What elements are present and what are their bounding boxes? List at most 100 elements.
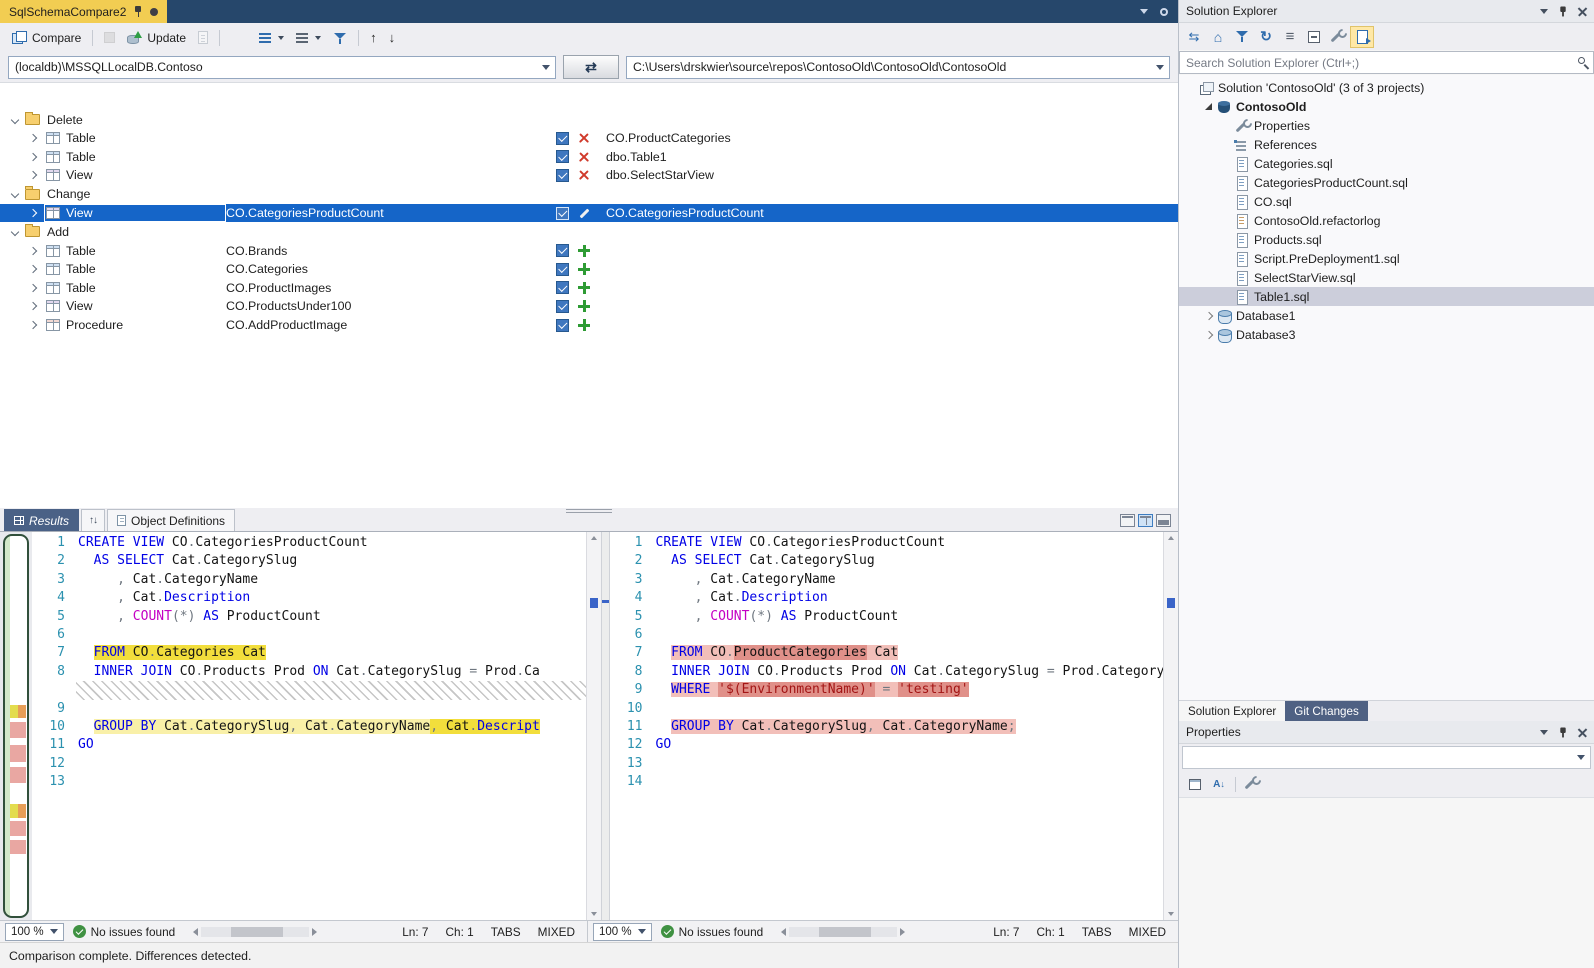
preview-selected-items-icon[interactable] [1351,27,1373,47]
pin-icon[interactable] [133,5,143,18]
row-expander-icon[interactable] [29,209,37,217]
pending-filter-icon[interactable] [1231,27,1253,47]
property-pages-icon[interactable] [1241,774,1263,794]
row-expander-icon[interactable] [29,302,37,310]
nest-objects-icon[interactable] [1279,27,1301,47]
tree-item-contosoold[interactable]: ContosoOld [1179,97,1594,116]
group-expander-icon[interactable] [11,190,19,198]
include-checkbox[interactable] [556,319,569,332]
row-expander-icon[interactable] [29,153,37,161]
tree-item-database1[interactable]: Database1 [1179,306,1594,325]
tree-item-properties[interactable]: Properties [1179,116,1594,135]
manage-filters-button[interactable] [328,28,352,47]
scroll-left-icon[interactable] [193,928,198,936]
scroll-thumb[interactable] [231,927,283,937]
window-position-chevron-icon[interactable] [1540,9,1548,14]
tree-item-script-predeployment1-sql[interactable]: Script.PreDeployment1.sql [1179,249,1594,268]
expander-icon[interactable] [1201,103,1216,110]
diff-pane-divider[interactable] [601,532,610,920]
row-expander-icon[interactable] [29,321,37,329]
include-checkbox[interactable] [556,263,569,276]
include-checkbox[interactable] [556,169,569,182]
group-row-delete[interactable]: Delete [0,110,1178,129]
generate-script-button[interactable] [193,28,213,47]
compare-row[interactable]: TableCO.ProductImages [0,279,1178,298]
search-icon[interactable] [1578,57,1585,64]
right-editor-vertical-scrollbar[interactable] [1163,532,1178,920]
tab-object-definitions[interactable]: Object Definitions [107,509,235,531]
group-row-change[interactable]: Change [0,185,1178,204]
document-tab[interactable]: SqlSchemaCompare2 [0,0,167,23]
stop-button[interactable] [99,29,120,46]
expander-icon[interactable] [1201,313,1216,319]
scroll-right-icon[interactable] [312,928,317,936]
group-expander-icon[interactable] [11,115,19,123]
row-expander-icon[interactable] [29,265,37,273]
include-checkbox[interactable] [556,244,569,257]
tree-item-contosoold-refactorlog[interactable]: ContosoOld.refactorlog [1179,211,1594,230]
tree-item-categories-sql[interactable]: Categories.sql [1179,154,1594,173]
filter-results-button[interactable] [291,30,326,46]
expander-icon[interactable] [1201,332,1216,338]
diff-overview-spine[interactable] [3,534,29,918]
auto-hide-pin-icon[interactable] [1559,726,1568,738]
home-scope-icon[interactable] [1207,27,1229,47]
options-button[interactable] [226,27,252,49]
auto-hide-pin-icon[interactable] [1559,5,1568,17]
right-horizontal-scrollbar[interactable] [781,927,905,937]
next-difference-button[interactable] [384,27,401,48]
tree-item-products-sql[interactable]: Products.sql [1179,230,1594,249]
target-connection-dropdown[interactable]: C:\Users\drskwier\source\repos\ContosoOl… [626,56,1170,79]
sort-results-button[interactable] [81,509,105,531]
close-icon[interactable] [1578,7,1587,16]
compare-row[interactable]: TableCO.Categories [0,260,1178,279]
collapse-all-icon[interactable] [1303,27,1325,47]
group-results-button[interactable] [254,30,289,46]
left-horizontal-scrollbar[interactable] [193,927,317,937]
tree-item-categoriesproductcount-sql[interactable]: CategoriesProductCount.sql [1179,173,1594,192]
compare-button[interactable]: Compare [7,28,86,48]
tab-git-changes[interactable]: Git Changes [1285,701,1367,721]
target-code-area[interactable]: 1CREATE VIEW CO.CategoriesProductCount2 … [610,532,1164,920]
compare-row[interactable]: TableCO.Brands [0,241,1178,260]
sync-with-active-document-icon[interactable] [1183,27,1205,47]
update-button[interactable]: Update [122,28,191,48]
compare-row[interactable]: ProcedureCO.AddProductImage [0,316,1178,335]
compare-row[interactable]: ViewCO.ProductsUnder100 [0,297,1178,316]
compare-row[interactable]: Viewdbo.SelectStarView [0,166,1178,185]
include-checkbox[interactable] [556,300,569,313]
source-dropdown-button[interactable] [537,57,555,78]
properties-object-dropdown[interactable] [1182,746,1591,769]
alphabetical-icon[interactable] [1208,774,1230,794]
row-expander-icon[interactable] [29,134,37,142]
right-zoom-dropdown[interactable]: 100 % [593,923,652,941]
tree-item-selectstarview-sql[interactable]: SelectStarView.sql [1179,268,1594,287]
results-layout-bottom-icon[interactable] [1156,514,1171,527]
target-definition-editor[interactable]: 1CREATE VIEW CO.CategoriesProductCount2 … [610,532,1179,920]
row-expander-icon[interactable] [29,171,37,179]
row-expander-icon[interactable] [29,246,37,254]
group-row-add[interactable]: Add [0,222,1178,241]
include-checkbox[interactable] [556,132,569,145]
search-input[interactable] [1179,51,1594,74]
scroll-track[interactable] [201,927,309,937]
categorized-icon[interactable] [1184,774,1206,794]
compare-row[interactable]: ViewCO.CategoriesProductCountCO.Categori… [0,204,1178,223]
row-expander-icon[interactable] [29,284,37,292]
scroll-right-icon[interactable] [900,928,905,936]
window-position-chevron-icon[interactable] [1540,730,1548,735]
tree-item-co-sql[interactable]: CO.sql [1179,192,1594,211]
switch-direction-button[interactable]: ⇄ [563,55,619,79]
group-expander-icon[interactable] [11,228,19,236]
include-checkbox[interactable] [556,207,569,220]
scroll-track[interactable] [789,927,897,937]
tab-list-chevron-icon[interactable] [1140,9,1148,14]
close-icon[interactable] [1578,728,1587,737]
pane-splitter-grip[interactable] [566,509,612,515]
source-definition-editor[interactable]: 1CREATE VIEW CO.CategoriesProductCount2 … [32,532,601,920]
compare-row[interactable]: Tabledbo.Table1 [0,148,1178,167]
previous-difference-button[interactable] [365,27,382,48]
compare-row[interactable]: TableCO.ProductCategories [0,129,1178,148]
tree-item-references[interactable]: References [1179,135,1594,154]
left-zoom-dropdown[interactable]: 100 % [5,923,64,941]
